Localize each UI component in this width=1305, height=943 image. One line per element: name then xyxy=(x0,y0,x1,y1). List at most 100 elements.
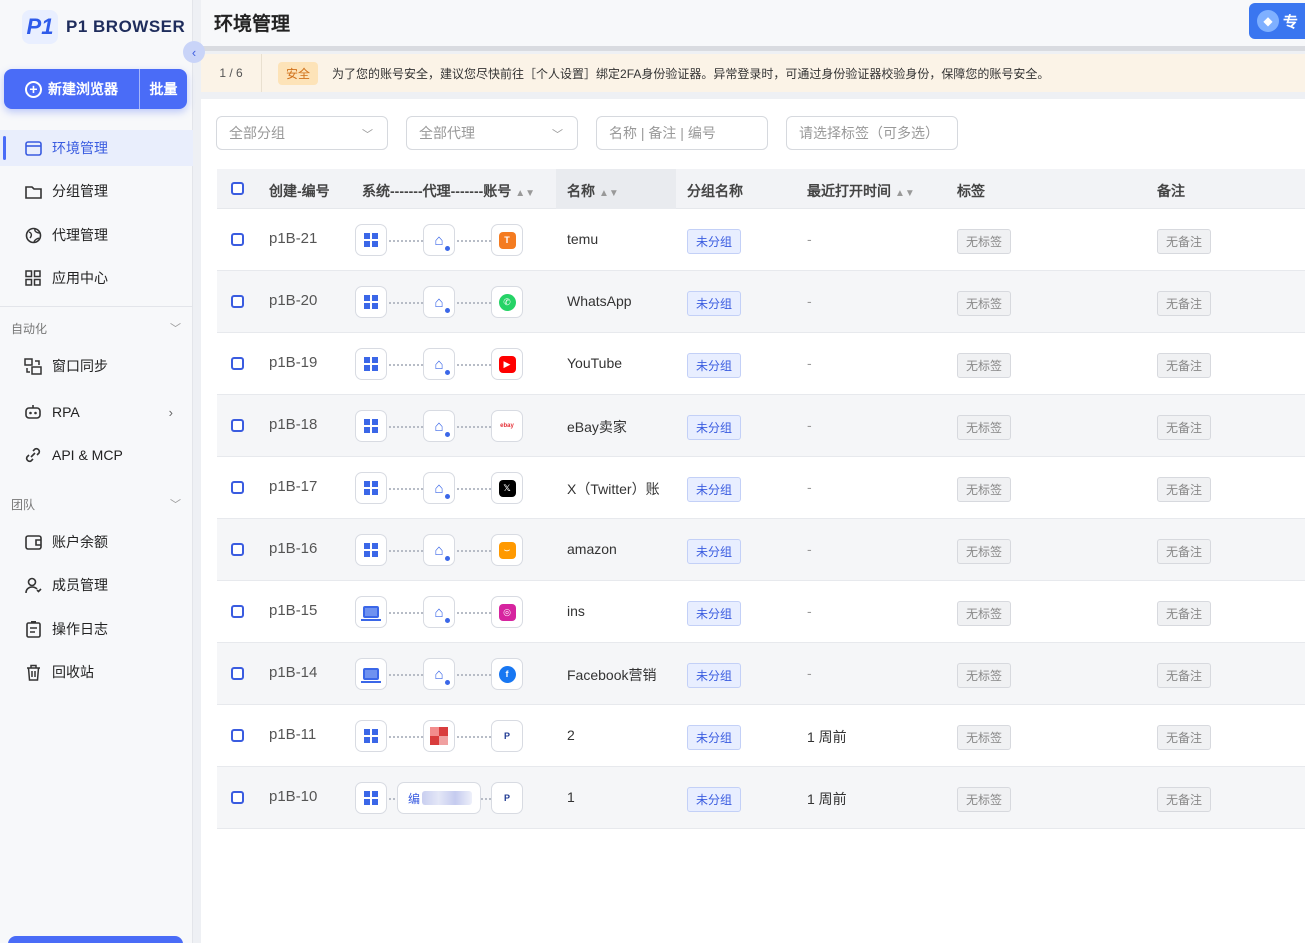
row-checkbox[interactable] xyxy=(231,233,244,246)
collapse-sidebar-button[interactable]: ‹ xyxy=(183,41,205,63)
row-name[interactable]: ins xyxy=(567,603,585,619)
section-team[interactable]: 团队 ﹀ xyxy=(11,496,181,513)
remark-badge[interactable]: 无备注 xyxy=(1157,539,1212,564)
tag-badge[interactable]: 无标签 xyxy=(957,725,1012,750)
header-chain[interactable]: 系统-------代理-------账号 ▲▼ xyxy=(362,181,535,201)
tag-badge[interactable]: 无标签 xyxy=(957,601,1012,626)
proxy-icon-box[interactable]: ⌂ xyxy=(423,534,455,566)
section-automation[interactable]: 自动化 ﹀ xyxy=(11,320,181,337)
header-last-open[interactable]: 最近打开时间 ▲▼ xyxy=(807,181,915,201)
account-icon-box[interactable]: P xyxy=(491,720,523,752)
tag-badge[interactable]: 无标签 xyxy=(957,353,1012,378)
account-icon-box[interactable]: ◎ xyxy=(491,596,523,628)
account-icon-box[interactable]: 𝕏 xyxy=(491,472,523,504)
proxy-icon-box[interactable]: ⌂ xyxy=(423,410,455,442)
sidebar-item-apps[interactable]: 应用中心 xyxy=(0,260,193,296)
table-row[interactable]: p1B-19 ⌂ ▶ YouTube 未分组 - 无标签 无备注 xyxy=(217,333,1305,395)
table-row[interactable]: p1B-11 P 2 未分组 1 周前 无标签 无备注 xyxy=(217,705,1305,767)
proxy-filter-select[interactable]: 全部代理 ﹀ xyxy=(406,116,578,150)
tag-badge[interactable]: 无标签 xyxy=(957,229,1012,254)
table-row[interactable]: p1B-17 ⌂ 𝕏 X（Twitter）账 未分组 - 无标签 无备注 xyxy=(217,457,1305,519)
table-row[interactable]: p1B-14 ⌂ f Facebook营销 未分组 - 无标签 无备注 xyxy=(217,643,1305,705)
tag-badge[interactable]: 无标签 xyxy=(957,291,1012,316)
pro-button[interactable]: ◆ 专 xyxy=(1249,3,1305,39)
logo[interactable]: P1 P1 BROWSER xyxy=(22,10,185,44)
table-row[interactable]: p1B-21 ⌂ Ttemu 未分组 - 无标签 无备注 xyxy=(217,209,1305,271)
row-name[interactable]: WhatsApp xyxy=(567,293,632,309)
remark-badge[interactable]: 无备注 xyxy=(1157,415,1212,440)
windows-icon-box[interactable] xyxy=(355,224,387,256)
row-checkbox[interactable] xyxy=(231,605,244,618)
windows-icon-box[interactable] xyxy=(355,534,387,566)
windows-icon-box[interactable] xyxy=(355,720,387,752)
account-icon-box[interactable]: ebay xyxy=(491,410,523,442)
tag-badge[interactable]: 无标签 xyxy=(957,477,1012,502)
remark-badge[interactable]: 无备注 xyxy=(1157,353,1212,378)
header-id[interactable]: 创建-编号 xyxy=(269,181,330,201)
tag-filter-select[interactable]: 请选择标签（可多选） xyxy=(786,116,958,150)
windows-icon-box[interactable] xyxy=(355,472,387,504)
tag-badge[interactable]: 无标签 xyxy=(957,787,1012,812)
row-name[interactable]: X（Twitter）账 xyxy=(567,479,660,499)
proxy-icon-box[interactable]: ⌂ xyxy=(423,286,455,318)
sidebar-item-members[interactable]: 成员管理 xyxy=(0,567,193,603)
remark-badge[interactable]: 无备注 xyxy=(1157,291,1212,316)
row-checkbox[interactable] xyxy=(231,295,244,308)
windows-icon-box[interactable] xyxy=(355,782,387,814)
proxy-icon-box[interactable]: ⌂ xyxy=(423,472,455,504)
row-name[interactable]: 2 xyxy=(567,727,575,743)
search-input[interactable]: 名称 | 备注 | 编号 xyxy=(596,116,768,150)
windows-icon-box[interactable] xyxy=(355,286,387,318)
table-row[interactable]: p1B-10 编 P 1 未分组 1 周前 无标签 无备注 xyxy=(217,767,1305,829)
windows-icon-box[interactable] xyxy=(355,410,387,442)
row-name[interactable]: 1 xyxy=(567,789,575,805)
row-name[interactable]: temu xyxy=(567,231,598,247)
remark-badge[interactable]: 无备注 xyxy=(1157,725,1212,750)
account-icon-box[interactable]: f xyxy=(491,658,523,690)
select-all-checkbox[interactable] xyxy=(231,182,244,195)
row-checkbox[interactable] xyxy=(231,791,244,804)
windows-icon-box[interactable] xyxy=(355,348,387,380)
remark-badge[interactable]: 无备注 xyxy=(1157,663,1212,688)
sidebar-item-logs[interactable]: 操作日志 xyxy=(0,611,193,647)
account-icon-box[interactable]: ✆ xyxy=(491,286,523,318)
sidebar-item-window-sync[interactable]: 窗口同步 xyxy=(0,348,193,384)
notice-pager[interactable]: 1 / 6 xyxy=(201,54,262,92)
proxy-icon-box[interactable] xyxy=(423,720,455,752)
table-row[interactable]: p1B-16 ⌂ ⌣ amazon 未分组 - 无标签 无备注 xyxy=(217,519,1305,581)
notice-message[interactable]: 为了您的账号安全，建议您尽快前往［个人设置］绑定2FA身份验证器。异常登录时，可… xyxy=(332,65,1049,82)
row-name[interactable]: YouTube xyxy=(567,355,622,371)
sidebar-item-balance[interactable]: 账户余额 xyxy=(0,524,193,560)
sidebar-item-groups[interactable]: 分组管理 xyxy=(0,173,193,209)
proxy-icon-box[interactable]: ⌂ xyxy=(423,224,455,256)
proxy-icon-box[interactable]: ⌂ xyxy=(423,596,455,628)
row-checkbox[interactable] xyxy=(231,357,244,370)
account-icon-box[interactable]: T xyxy=(491,224,523,256)
sidebar-item-proxy[interactable]: 代理管理 xyxy=(0,217,193,253)
tag-badge[interactable]: 无标签 xyxy=(957,539,1012,564)
sidebar-footer-button[interactable] xyxy=(8,936,183,943)
laptop-icon-box[interactable] xyxy=(355,658,387,690)
account-icon-box[interactable]: ⌣ xyxy=(491,534,523,566)
account-icon-box[interactable]: ▶ xyxy=(491,348,523,380)
batch-button[interactable]: 批量 xyxy=(139,69,187,109)
new-browser-button[interactable]: + 新建浏览器 xyxy=(4,69,139,109)
header-name[interactable]: 名称 ▲▼ xyxy=(567,181,619,201)
proxy-icon-box[interactable]: ⌂ xyxy=(423,348,455,380)
row-name[interactable]: eBay卖家 xyxy=(567,417,627,437)
row-checkbox[interactable] xyxy=(231,419,244,432)
laptop-icon-box[interactable] xyxy=(355,596,387,628)
row-checkbox[interactable] xyxy=(231,667,244,680)
row-name[interactable]: Facebook营销 xyxy=(567,665,656,685)
group-filter-select[interactable]: 全部分组 ﹀ xyxy=(216,116,388,150)
row-checkbox[interactable] xyxy=(231,481,244,494)
remark-badge[interactable]: 无备注 xyxy=(1157,229,1212,254)
account-icon-box[interactable]: P xyxy=(491,782,523,814)
tag-badge[interactable]: 无标签 xyxy=(957,663,1012,688)
sidebar-item-trash[interactable]: 回收站 xyxy=(0,654,193,690)
row-checkbox[interactable] xyxy=(231,729,244,742)
remark-badge[interactable]: 无备注 xyxy=(1157,477,1212,502)
table-row[interactable]: p1B-20 ⌂ ✆ WhatsApp 未分组 - 无标签 无备注 xyxy=(217,271,1305,333)
row-checkbox[interactable] xyxy=(231,543,244,556)
table-row[interactable]: p1B-18 ⌂ ebay eBay卖家 未分组 - 无标签 无备注 xyxy=(217,395,1305,457)
